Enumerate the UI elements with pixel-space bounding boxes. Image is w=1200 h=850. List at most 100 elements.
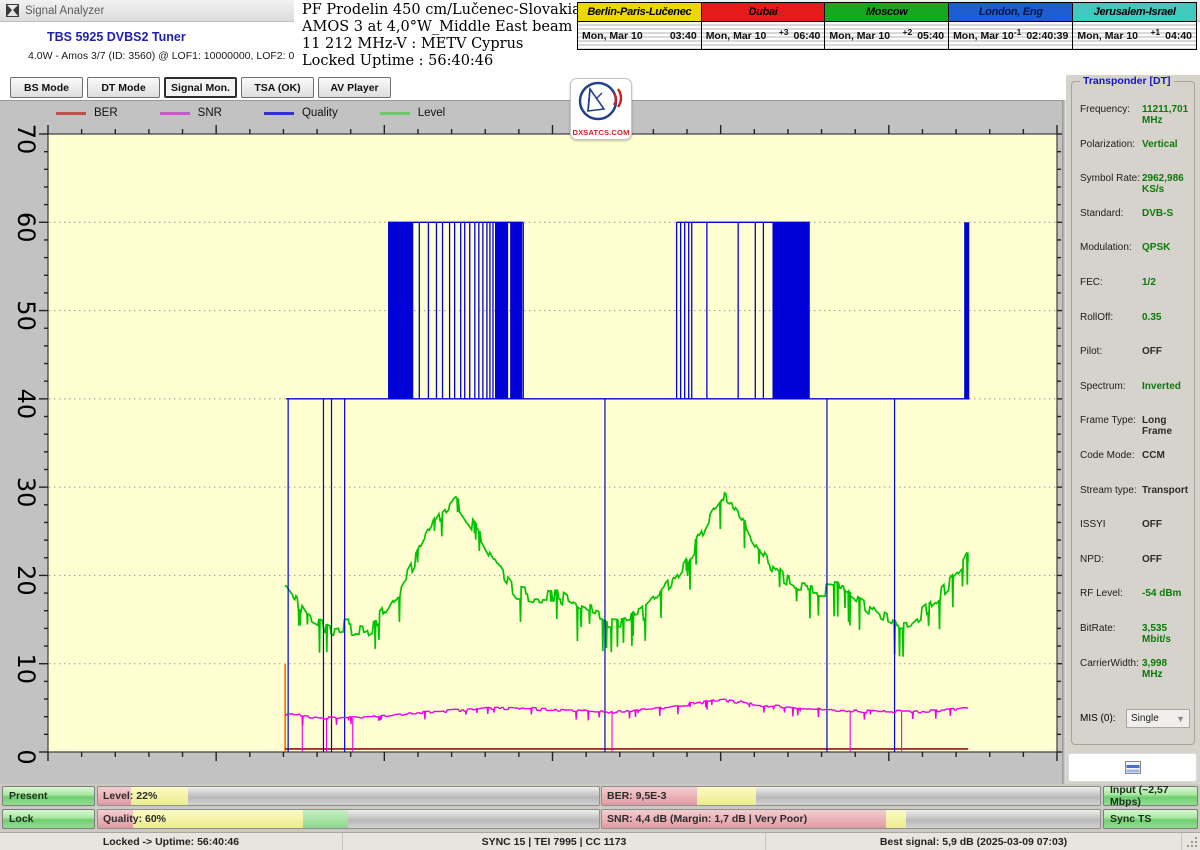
- transponder-row-standard: Standard:DVB-S: [1080, 208, 1190, 219]
- tab-dt-mode[interactable]: DT Mode: [87, 77, 160, 98]
- clock-city-label: Jerusalem-Israel: [1073, 3, 1196, 22]
- clock-city-label: Dubai: [702, 3, 825, 22]
- svg-text:50: 50: [12, 300, 40, 331]
- mis-select[interactable]: Single ▼: [1126, 709, 1190, 728]
- mis-label: MIS (0):: [1080, 713, 1116, 724]
- svg-text:0: 0: [12, 749, 40, 764]
- overlay-caption-line: 11 212 MHz-V : METV Cyprus: [302, 36, 580, 53]
- mis-row: MIS (0): Single ▼: [1080, 709, 1190, 728]
- clock-city-label: Berlin-Paris-Lučenec: [578, 3, 701, 22]
- field-value: 3,998 MHz: [1142, 658, 1190, 680]
- svg-text:20: 20: [12, 565, 40, 596]
- field-value: 3,535 Mbit/s: [1142, 623, 1190, 645]
- field-value: Vertical: [1142, 139, 1178, 150]
- field-value: Inverted: [1142, 381, 1181, 392]
- tab-signal-mon[interactable]: Signal Mon.: [164, 77, 237, 98]
- field-label: Frequency:: [1080, 104, 1142, 126]
- clock-moscow: MoscowMon, Mar 10+205:40: [824, 2, 949, 50]
- badge-input-2-57-mbps: Input (~2,57 Mbps): [1103, 786, 1198, 806]
- field-value: CCM: [1142, 450, 1165, 461]
- clock-date: Mon, Mar 10: [953, 30, 1014, 42]
- clock-time-row: Mon, Mar 10 03:40: [578, 22, 701, 49]
- field-value: 11211,701 MHz: [1142, 104, 1190, 126]
- field-value: OFF: [1142, 554, 1162, 565]
- overlay-caption: PF Prodelin 450 cm/Lučenec-SlovakiaAMOS …: [294, 0, 580, 74]
- clock-city-label: London, Eng: [949, 3, 1072, 22]
- transponder-row-modulation: Modulation:QPSK: [1080, 242, 1190, 253]
- clock-time-row: Mon, Mar 10-1 02:40:39: [949, 22, 1072, 49]
- meter-label: Quality: 60%: [103, 813, 166, 825]
- meter-quality: Quality: 60%: [97, 809, 600, 829]
- field-label: Polarization:: [1080, 139, 1142, 150]
- svg-text:60: 60: [12, 212, 40, 243]
- transponder-row-rolloff: RollOff:0.35: [1080, 312, 1190, 323]
- chevron-down-icon: ▼: [1176, 714, 1185, 724]
- field-label: FEC:: [1080, 277, 1142, 288]
- clock-time-value: 02:40:39: [1026, 30, 1068, 42]
- field-value: OFF: [1142, 346, 1162, 357]
- tuner-title: TBS 5925 DVBS2 Tuner: [47, 30, 186, 44]
- clock-date: Mon, Mar 10: [582, 30, 643, 42]
- field-label: Code Mode:: [1080, 450, 1142, 461]
- chart-panel: BERSNRQualityLevel 010203040506070: [0, 100, 1062, 784]
- transponder-row-polarization: Polarization:Vertical: [1080, 139, 1190, 150]
- app-icon: [6, 4, 19, 17]
- field-label: Stream type:: [1080, 485, 1142, 496]
- clock-time-row: Mon, Mar 10+104:40: [1073, 22, 1196, 49]
- clock-time-value: 06:40: [794, 30, 821, 42]
- tab-av-player[interactable]: AV Player: [318, 77, 391, 98]
- status-segment-0: Locked -> Uptime: 56:40:46: [0, 833, 343, 850]
- transponder-groupbox: Transponder [DT] Frequency:11211,701 MHz…: [1071, 81, 1195, 745]
- field-value: 1/2: [1142, 277, 1156, 288]
- meter-label: BER: 9,5E-3: [607, 790, 667, 802]
- field-label: Spectrum:: [1080, 381, 1142, 392]
- status-segment-2: Best signal: 5,9 dB (2025-03-09 07:03): [766, 833, 1182, 850]
- field-label: NPD:: [1080, 554, 1142, 565]
- meters-area: PresentLevel: 22% BER: 9,5E-3 Input (~2,57…: [0, 784, 1200, 832]
- badge-sync-ts: Sync TS: [1103, 809, 1198, 829]
- field-label: ISSYI: [1080, 519, 1142, 530]
- meter-snr: SNR: 4,4 dB (Margin: 1,7 dB | Very Poor): [601, 809, 1101, 829]
- clock-utc-offset: +2: [903, 27, 913, 37]
- satellite-dish-icon: [572, 79, 630, 125]
- resize-grip[interactable]: [1187, 837, 1197, 847]
- transponder-title: Transponder [DT]: [1080, 75, 1174, 87]
- clock-time-row: Mon, Mar 10+306:40: [702, 22, 825, 49]
- badge-present: Present: [2, 786, 95, 806]
- logo-text: DXSATCS.COM: [571, 128, 631, 137]
- badge-lock: Lock: [2, 809, 95, 829]
- clock-time-value: 04:40: [1165, 30, 1192, 42]
- clock-date: Mon, Mar 10: [829, 30, 890, 42]
- tab-bs-mode[interactable]: BS Mode: [10, 77, 83, 98]
- meter-segment-green: [303, 810, 348, 828]
- field-value: -54 dBm: [1142, 588, 1181, 599]
- table-view-button[interactable]: [1068, 753, 1197, 782]
- clock-berlin-paris-lu-enec: Berlin-Paris-Lučenec Mon, Mar 10 03:40: [577, 2, 702, 50]
- transponder-row-frequency: Frequency:11211,701 MHz: [1080, 104, 1190, 126]
- field-label: CarrierWidth:: [1080, 658, 1142, 680]
- field-label: Pilot:: [1080, 346, 1142, 357]
- field-label: RollOff:: [1080, 312, 1142, 323]
- transponder-row-npd: NPD:OFF: [1080, 554, 1190, 565]
- transponder-row-frame-type: Frame Type:Long Frame: [1080, 415, 1190, 437]
- meter-level: Level: 22%: [97, 786, 600, 806]
- transponder-row-spectrum: Spectrum:Inverted: [1080, 381, 1190, 392]
- field-label: BitRate:: [1080, 623, 1142, 645]
- clock-jerusalem-israel: Jerusalem-IsraelMon, Mar 10+104:40: [1072, 2, 1197, 50]
- transponder-row-bitrate: BitRate:3,535 Mbit/s: [1080, 623, 1190, 645]
- tab-tsa-ok[interactable]: TSA (OK): [241, 77, 314, 98]
- svg-text:30: 30: [12, 477, 40, 508]
- field-label: Frame Type:: [1080, 415, 1142, 437]
- svg-text:70: 70: [12, 124, 40, 155]
- overlay-caption-line: Locked Uptime : 56:40:46: [302, 53, 580, 70]
- field-value: Long Frame: [1142, 415, 1190, 437]
- transponder-row-fec: FEC:1/2: [1080, 277, 1190, 288]
- clock-strip: Berlin-Paris-Lučenec Mon, Mar 10 03:40 Duba…: [578, 2, 1197, 50]
- dxsatcs-logo: DXSATCS.COM: [570, 78, 632, 140]
- overlay-caption-line: AMOS 3 at 4,0°W_Middle East beam: [302, 19, 580, 36]
- clock-utc-offset: +1: [1150, 27, 1160, 37]
- clock-utc-offset: -1: [1014, 27, 1022, 37]
- meter-segment-yellow: [697, 787, 757, 805]
- meter-label: SNR: 4,4 dB (Margin: 1,7 dB | Very Poor): [607, 813, 807, 825]
- clock-time-value: 03:40: [670, 30, 697, 42]
